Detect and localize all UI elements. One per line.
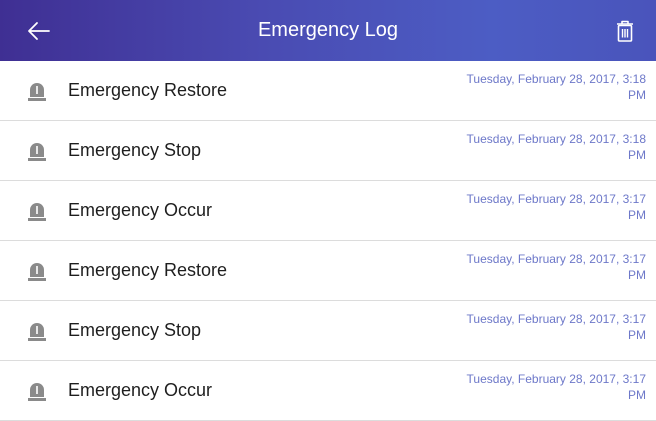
log-timestamp: Tuesday, February 28, 2017, 3:18 PM (466, 132, 646, 162)
alarm-light-icon (28, 83, 46, 101)
alarm-light-icon (28, 323, 46, 341)
trash-icon (617, 20, 633, 42)
alarm-light-icon (28, 263, 46, 281)
alarm-light-icon (28, 143, 46, 161)
log-event-name: Emergency Restore (68, 80, 228, 100)
page-title: Emergency Log (257, 19, 399, 41)
log-event-name: Emergency Stop (68, 320, 202, 340)
delete-all-button[interactable] (612, 17, 638, 45)
log-timestamp: Tuesday, February 28, 2017, 3:17 PM (466, 312, 646, 342)
arrow-left-icon (28, 22, 50, 40)
log-timestamp: Tuesday, February 28, 2017, 3:17 PM (466, 372, 646, 402)
log-row[interactable]: Emergency Restore Tuesday, February 28, … (0, 61, 656, 121)
log-timestamp: Tuesday, February 28, 2017, 3:17 PM (466, 192, 646, 222)
alarm-light-icon (28, 383, 46, 401)
log-row[interactable]: Emergency Stop Tuesday, February 28, 201… (0, 121, 656, 181)
log-event-name: Emergency Occur (68, 380, 213, 400)
log-row[interactable]: Emergency Restore Tuesday, February 28, … (0, 241, 656, 301)
log-event-name: Emergency Restore (68, 260, 228, 280)
emergency-log-list: Emergency Restore Tuesday, February 28, … (0, 61, 656, 421)
log-row[interactable]: Emergency Occur Tuesday, February 28, 20… (0, 181, 656, 241)
log-event-name: Emergency Occur (68, 200, 213, 220)
log-timestamp: Tuesday, February 28, 2017, 3:18 PM (466, 72, 646, 102)
log-timestamp: Tuesday, February 28, 2017, 3:17 PM (466, 252, 646, 282)
log-row[interactable]: Emergency Stop Tuesday, February 28, 201… (0, 301, 656, 361)
back-button[interactable] (24, 16, 54, 46)
log-event-name: Emergency Stop (68, 140, 202, 160)
app-bar: Emergency Log (0, 0, 656, 61)
alarm-light-icon (28, 203, 46, 221)
log-row[interactable]: Emergency Occur Tuesday, February 28, 20… (0, 361, 656, 421)
